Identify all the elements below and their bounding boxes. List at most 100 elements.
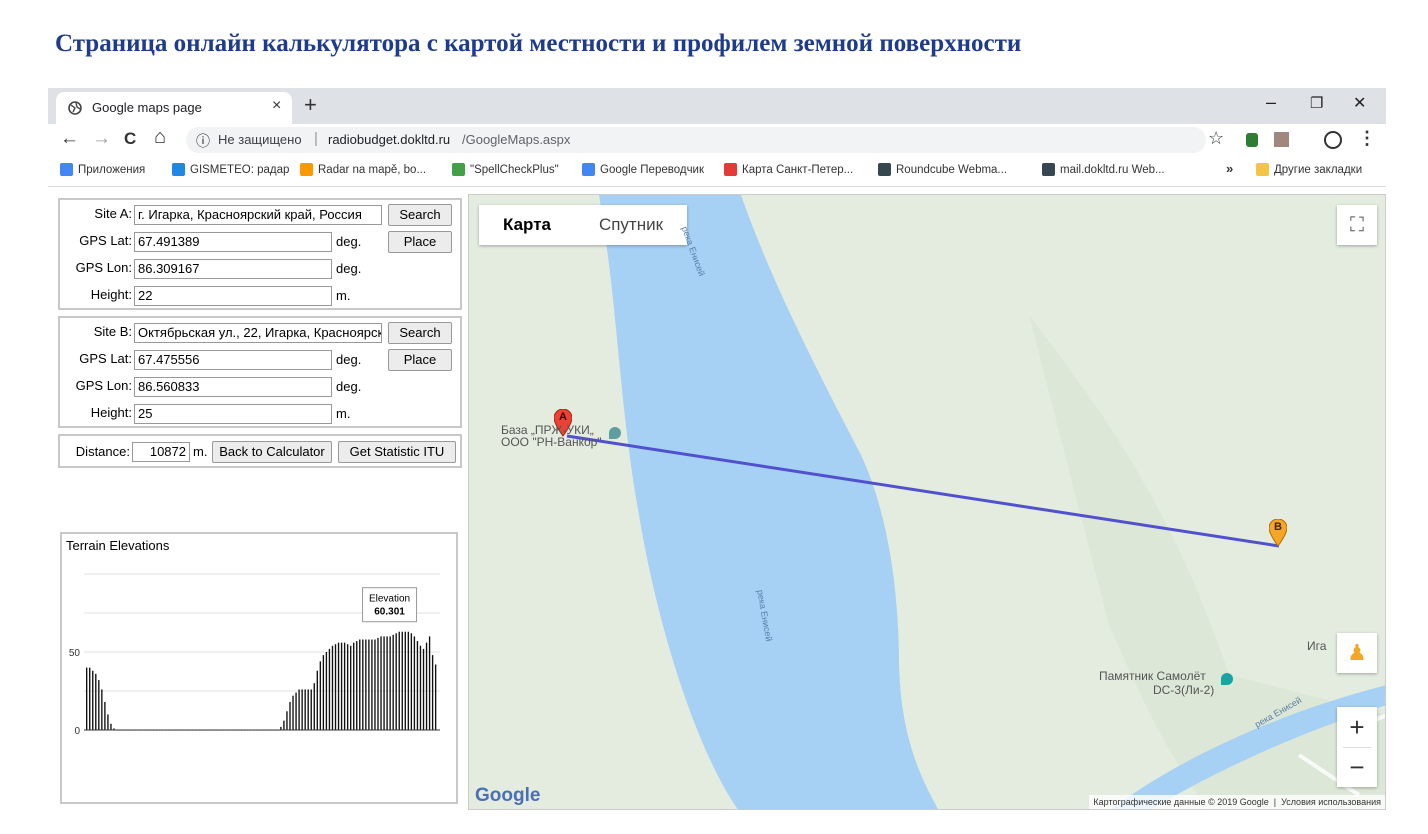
elevation-bar[interactable] [419, 645, 422, 730]
home-button[interactable]: ⌂ [154, 126, 166, 149]
elevation-bar[interactable] [104, 701, 106, 730]
elevation-bar[interactable] [380, 636, 382, 730]
elevation-bar[interactable] [374, 639, 376, 730]
info-icon[interactable]: ⓘ [196, 131, 210, 151]
elevation-bar[interactable] [401, 631, 403, 730]
back-button[interactable]: ← [60, 128, 79, 150]
site-b-address-input[interactable]: Октябрьская ул., 22, Игарка, Красноярск [134, 323, 382, 343]
elevation-bar[interactable] [313, 683, 315, 730]
new-tab-button[interactable]: + [304, 92, 317, 118]
elevation-bar[interactable] [398, 631, 400, 730]
back-to-calculator-button[interactable]: Back to Calculator [212, 441, 332, 463]
elevation-bar[interactable] [322, 655, 325, 730]
google-map[interactable]: Карта Спутник ⛶ ♟ + − A B База „ПРЖ-УКИ„… [468, 194, 1386, 810]
elevation-bar[interactable] [377, 637, 379, 730]
elevation-bar[interactable] [416, 641, 419, 730]
elevation-bar[interactable] [331, 645, 334, 730]
get-statistic-itu-button[interactable]: Get Statistic ITU [338, 441, 456, 463]
elevation-bar[interactable] [310, 689, 312, 730]
elevation-bar[interactable] [328, 648, 331, 730]
elevation-bar[interactable] [392, 634, 394, 730]
site-a-height-input[interactable]: 22 [134, 286, 332, 306]
zoom-in-button[interactable]: + [1337, 707, 1377, 747]
menu-icon[interactable]: ⋮ [1358, 128, 1376, 149]
close-window-button[interactable]: ✕ [1353, 93, 1366, 113]
elevation-bar[interactable] [389, 636, 391, 730]
elevation-bar[interactable] [371, 639, 373, 730]
forward-button[interactable]: → [92, 128, 111, 150]
bookmarks-more-button[interactable]: » [1226, 161, 1233, 176]
elevation-bar[interactable] [383, 636, 385, 730]
elevation-bar[interactable] [92, 670, 94, 730]
google-logo[interactable]: Google [475, 785, 540, 807]
elevation-bar[interactable] [292, 695, 294, 730]
site-b-height-input[interactable]: 25 [134, 404, 332, 424]
elevation-bar[interactable] [101, 689, 103, 730]
elevation-bar[interactable] [368, 639, 370, 730]
fullscreen-button[interactable]: ⛶ [1337, 205, 1377, 245]
elevation-bar[interactable] [110, 723, 112, 730]
poi-monument-pin-icon[interactable] [1221, 673, 1233, 685]
elevation-bar[interactable] [304, 689, 306, 730]
poi-pin-icon[interactable] [609, 427, 621, 439]
elevation-bar[interactable] [98, 680, 100, 730]
tab-close-icon[interactable]: × [272, 97, 281, 115]
elevation-bar[interactable] [353, 642, 355, 730]
bookmark-item[interactable]: mail.dokltd.ru Web... [1042, 163, 1165, 176]
reload-button[interactable]: C [124, 129, 136, 149]
site-b-lat-input[interactable]: 67.475556 [134, 350, 332, 370]
elevation-bar[interactable] [413, 636, 416, 730]
satellite-view-button[interactable]: Спутник [575, 205, 687, 245]
elevation-bar[interactable] [343, 642, 346, 730]
elevation-bar[interactable] [407, 631, 410, 730]
elevation-bar[interactable] [286, 711, 288, 730]
elevation-bar[interactable] [301, 689, 303, 730]
zoom-out-button[interactable]: − [1337, 747, 1377, 787]
elevation-bar[interactable] [334, 644, 337, 730]
bookmark-item[interactable]: Карта Санкт-Петер... [724, 163, 853, 176]
elevation-bar[interactable] [410, 633, 413, 730]
url-input[interactable]: ⓘ Не защищено | radiobudget.dokltd.ru /G… [186, 127, 1206, 153]
maximize-button[interactable]: ❐ [1310, 94, 1323, 112]
elevation-bar[interactable] [340, 642, 343, 730]
elevation-bar[interactable] [295, 692, 297, 730]
elevation-bar[interactable] [107, 714, 109, 730]
map-view-button[interactable]: Карта [479, 205, 575, 245]
elevation-bar[interactable] [422, 648, 425, 730]
extension-image-icon[interactable] [1274, 132, 1289, 147]
elevation-bar[interactable] [337, 642, 340, 730]
elevation-bar[interactable] [362, 639, 364, 730]
elevation-bar[interactable] [298, 689, 300, 730]
extension-shield-icon[interactable] [1246, 133, 1258, 147]
terms-link[interactable]: Условия использования [1281, 797, 1381, 807]
elevation-bar[interactable] [283, 720, 285, 730]
marker-b[interactable]: B [1268, 518, 1288, 547]
site-a-place-button[interactable]: Place [388, 231, 452, 253]
elevation-bar[interactable] [395, 633, 397, 730]
elevation-bar[interactable] [289, 701, 291, 730]
elevation-bar[interactable] [319, 661, 322, 730]
bookmark-item[interactable]: GISMETEO: радар [172, 163, 289, 176]
bookmark-item[interactable]: Google Переводчик [582, 163, 704, 176]
site-b-place-button[interactable]: Place [388, 349, 452, 371]
elevation-bar[interactable] [386, 636, 388, 730]
elevation-bar[interactable] [425, 642, 428, 730]
street-view-button[interactable]: ♟ [1337, 633, 1377, 673]
minimize-button[interactable]: – [1266, 92, 1276, 113]
elevation-bar[interactable] [356, 641, 358, 730]
elevation-bar[interactable] [325, 652, 328, 730]
bookmark-item[interactable]: "SpellCheckPlus" [452, 163, 559, 176]
elevation-bar[interactable] [350, 645, 352, 730]
elevation-bar[interactable] [307, 689, 309, 730]
elevation-bar[interactable] [316, 670, 318, 730]
site-b-search-button[interactable]: Search [388, 322, 452, 344]
bookmark-item[interactable]: Приложения [60, 163, 145, 176]
site-a-search-button[interactable]: Search [388, 204, 452, 226]
browser-tab[interactable]: Google maps page × [56, 92, 292, 124]
elevation-bar[interactable] [89, 667, 91, 730]
bookmark-item[interactable]: Roundcube Webma... [878, 163, 1007, 176]
site-a-lon-input[interactable]: 86.309167 [134, 259, 332, 279]
bookmark-star-icon[interactable]: ☆ [1208, 128, 1224, 149]
profile-icon[interactable] [1324, 131, 1342, 149]
distance-input[interactable]: 10872 [132, 442, 190, 462]
